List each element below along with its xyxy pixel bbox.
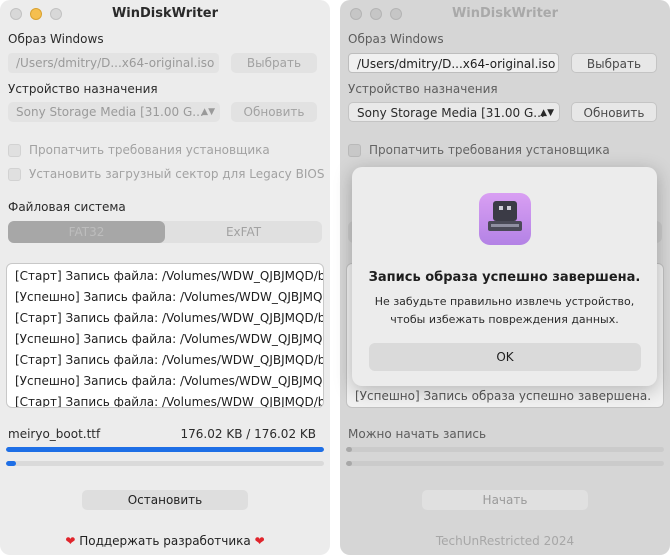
dialog-title: Запись образа успешно завершена. [368,270,641,285]
window-title: WinDiskWriter [111,6,219,21]
legacy-bios-checkbox[interactable]: Установить загрузный сектор для Legacy B… [8,167,324,181]
device-select[interactable]: Sony Storage Media [31.00 G... ▲▼ [348,102,560,122]
footer-credit: TechUnRestricted 2024 [435,534,575,548]
log-line: [Успешно] Запись файла: /Volumes/WDW_QJB… [15,290,323,304]
start-button[interactable]: Начать [422,490,588,510]
device-select-value: Sony Storage Media [31.00 G... [357,106,545,120]
log-line: [Успешно] Запись файла: /Volumes/WDW_QJB… [15,374,323,388]
log-view[interactable]: [Старт] Запись файла: /Volumes/WDW_QJBJM… [6,263,324,408]
file-progress-fill [6,447,324,452]
device-select-value: Sony Storage Media [31.00 G... [16,105,204,119]
refresh-button[interactable]: Обновить [231,102,317,122]
device-label: Устройство назначения [8,82,158,96]
file-progress-bar [346,447,664,452]
usb-drive-icon [479,193,531,245]
heart-icon: ❤ [65,534,76,548]
log-line: [Успешно] Запись файла: /Volumes/WDW_QJB… [15,332,323,346]
filesystem-segmented-control[interactable]: FAT32 ExFAT [8,221,322,243]
window-title: WinDiskWriter [451,6,559,21]
log-line: [Успешно] Запись образа успешно завершен… [355,389,652,403]
file-progress-bar [6,447,324,452]
usb-drive-icon-svg [488,201,522,231]
titlebar: WinDiskWriter [0,0,330,28]
support-developer-link[interactable]: ❤ Поддержать разработчика ❤ [0,534,330,548]
image-label: Образ Windows [8,32,104,46]
image-path-field[interactable]: /Users/dmitry/D...x64-original.iso [8,53,219,73]
patch-checkbox-label: Пропатчить требования установщика [369,143,610,157]
device-label: Устройство назначения [348,82,498,96]
filesystem-label: Файловая система [8,200,126,214]
choose-image-button[interactable]: Выбрать [571,53,657,73]
checkbox-icon [8,167,21,181]
device-select[interactable]: Sony Storage Media [31.00 G... ▲▼ [8,102,220,122]
patch-checkbox[interactable]: Пропатчить требования установщика [8,143,270,157]
legacy-bios-checkbox-label: Установить загрузный сектор для Legacy B… [29,167,325,181]
ok-button[interactable]: OK [369,343,641,371]
updown-chevron-icon: ▲▼ [201,107,215,117]
patch-checkbox-label: Пропатчить требования установщика [29,143,270,157]
checkbox-icon [8,143,21,157]
total-progress-bar [346,461,664,466]
total-progress-fill [346,461,353,466]
patch-checkbox[interactable]: Пропатчить требования установщика [348,143,610,157]
fs-option-exfat[interactable]: ExFAT [165,221,322,243]
file-progress-text: 176.02 KB / 176.02 KB [180,427,316,441]
current-file-name: meiryo_boot.ttf [8,427,101,441]
log-line: [Старт] Запись файла: /Volumes/WDW_QJBJM… [15,269,324,283]
log-line: [Старт] Запись файла: /Volumes/WDW_QJBJM… [15,311,324,325]
log-line: [Старт] Запись файла: /Volumes/WDW_QJBJM… [15,353,324,367]
image-label: Образ Windows [348,32,444,46]
support-label: Поддержать разработчика [79,534,251,548]
status-text: Можно начать запись [348,427,487,441]
fs-option-fat32[interactable]: FAT32 [8,221,165,243]
main-window: WinDiskWriter Образ Windows /Users/dmitr… [0,0,330,555]
checkbox-icon [348,143,361,157]
log-line: [Старт] Запись файла: /Volumes/WDW_QJBJM… [15,395,324,408]
dialog-message: Не забудьте правильно извлечь устройство… [374,295,635,326]
titlebar: WinDiskWriter [340,0,670,28]
total-progress-fill [6,461,16,466]
choose-image-button[interactable]: Выбрать [231,53,317,73]
refresh-button[interactable]: Обновить [571,102,657,122]
stop-button[interactable]: Остановить [82,490,248,510]
image-path-field[interactable]: /Users/dmitry/D...x64-original.iso [348,53,559,73]
updown-chevron-icon: ▲▼ [540,108,554,118]
total-progress-bar [6,461,324,466]
success-dialog: Запись образа успешно завершена. Не забу… [352,167,657,386]
heart-icon: ❤ [254,534,265,548]
file-progress-fill [346,447,353,452]
